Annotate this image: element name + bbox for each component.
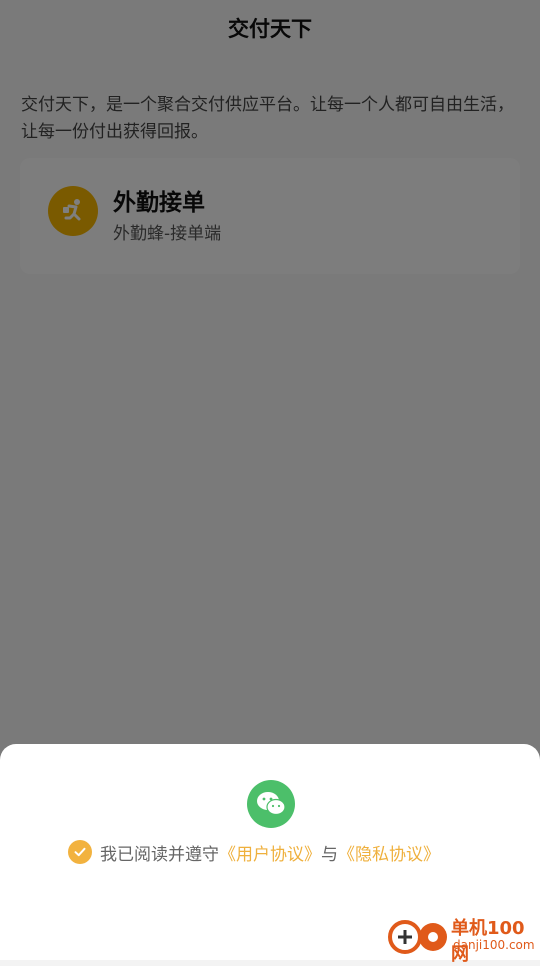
agreement-row: 我已阅读并遵守 《用户协议》 与 《隐私协议》 [68,839,440,865]
agreement-prefix: 我已阅读并遵守 [100,844,219,865]
user-agreement-link[interactable]: 《用户协议》 [219,840,321,865]
wechat-login-button[interactable] [247,780,295,828]
agreement-conjunction: 与 [321,844,338,865]
watermark-en: danji100.com [453,938,535,952]
login-sheet: 我已阅读并遵守 《用户协议》 与 《隐私协议》 单机100网 danji100.… [0,744,540,965]
agree-checkbox[interactable] [68,840,92,864]
check-icon [74,847,86,857]
watermark-logo-icon [388,920,447,954]
wechat-icon [257,792,286,816]
watermark: 单机100网 danji100.com [387,914,537,965]
privacy-agreement-link[interactable]: 《隐私协议》 [338,840,440,865]
